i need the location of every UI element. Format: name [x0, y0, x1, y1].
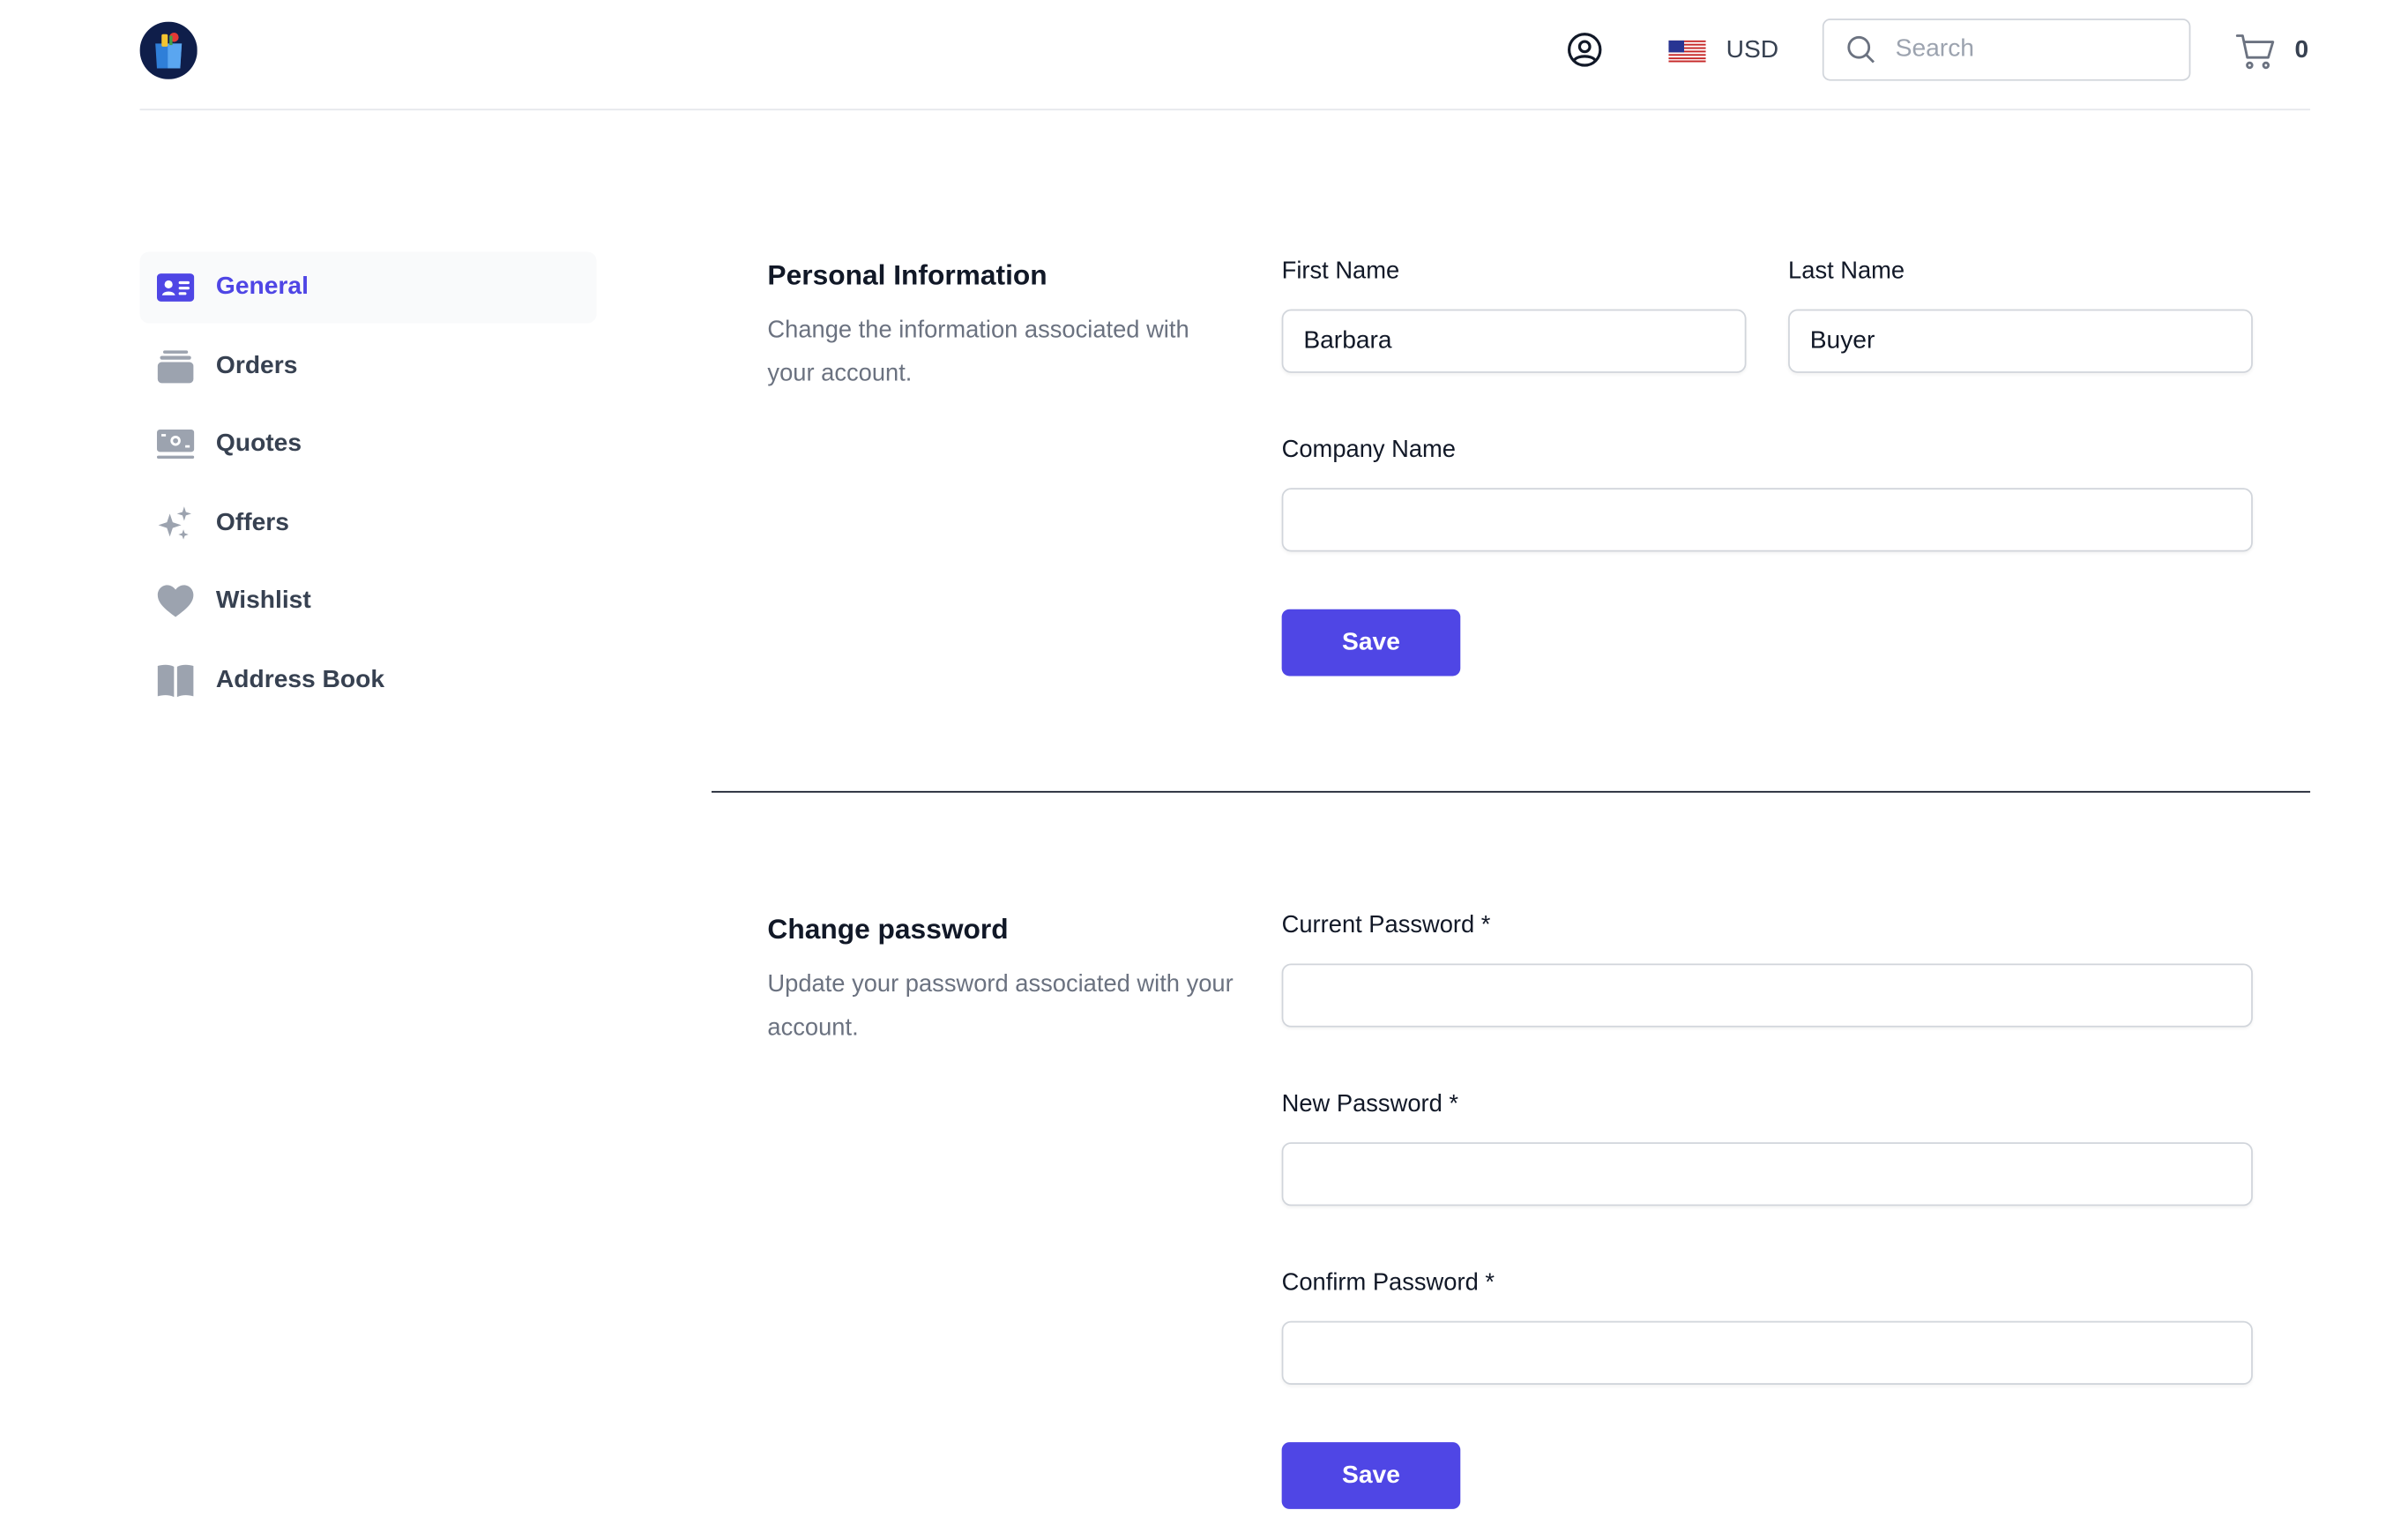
- cart-button[interactable]: 0: [2235, 31, 2309, 71]
- sidebar-item-label: General: [215, 273, 309, 301]
- currency-label: USD: [1726, 37, 1779, 64]
- search-input[interactable]: [1892, 34, 2163, 66]
- sidebar-item-label: Orders: [215, 352, 298, 379]
- confirm-password-label: Confirm Password *: [1281, 1269, 1495, 1297]
- sidebar-item-offers[interactable]: Offers: [140, 487, 597, 558]
- sidebar-item-label: Wishlist: [215, 587, 311, 614]
- account-button[interactable]: [1564, 29, 1605, 70]
- sidebar-item-address-book[interactable]: Address Book: [140, 644, 597, 715]
- first-name-label: First Name: [1281, 258, 1400, 285]
- book-icon: [157, 662, 194, 699]
- last-name-label: Last Name: [1788, 258, 1905, 285]
- change-password-description: Update your password associated with you…: [767, 971, 1234, 1042]
- save-personal-button[interactable]: Save: [1281, 609, 1461, 677]
- sidebar-item-label: Offers: [215, 509, 289, 536]
- sidebar-item-label: Quotes: [215, 430, 302, 458]
- cart-icon: [2235, 34, 2275, 70]
- user-circle-icon: [1568, 33, 1602, 67]
- sidebar-item-label: Address Book: [215, 666, 385, 692]
- store-logo[interactable]: [139, 21, 198, 79]
- save-password-button[interactable]: Save: [1281, 1442, 1461, 1509]
- section-divider: [711, 790, 2311, 793]
- sidebar-item-orders[interactable]: Orders: [140, 330, 597, 401]
- first-name-input[interactable]: [1283, 310, 1745, 372]
- currency-selector[interactable]: USD: [1668, 31, 1778, 71]
- heart-icon: [157, 583, 194, 620]
- account-sidebar: General Orders Quotes Offers Wishlist Ad…: [139, 251, 597, 722]
- personal-info-description: Change the information associated with y…: [767, 317, 1189, 387]
- new-password-field[interactable]: [1281, 1142, 2253, 1207]
- current-password-field[interactable]: [1281, 963, 2253, 1028]
- company-name-label: Company Name: [1281, 437, 1456, 464]
- search-box[interactable]: [1822, 19, 2191, 81]
- new-password-label: New Password *: [1281, 1090, 1459, 1118]
- sidebar-item-wishlist[interactable]: Wishlist: [140, 565, 597, 637]
- change-password-title: Change password: [767, 914, 1009, 946]
- confirm-password-input[interactable]: [1283, 1322, 2252, 1384]
- new-password-input[interactable]: [1283, 1143, 2252, 1205]
- search-icon: [1847, 35, 1875, 64]
- last-name-input[interactable]: [1789, 310, 2252, 372]
- first-name-field[interactable]: [1281, 309, 1747, 373]
- company-name-field[interactable]: [1281, 488, 2253, 552]
- sparkles-icon: [157, 505, 194, 542]
- id-card-icon: [156, 269, 195, 306]
- stack-icon: [157, 348, 194, 385]
- confirm-password-field[interactable]: [1281, 1320, 2253, 1385]
- sidebar-item-general[interactable]: General: [139, 251, 597, 324]
- header: USD 0: [139, 0, 2311, 111]
- current-password-input[interactable]: [1283, 965, 2252, 1026]
- banknote-icon: [156, 426, 195, 463]
- company-name-input[interactable]: [1283, 490, 2252, 550]
- current-password-label: Current Password *: [1281, 912, 1491, 939]
- personal-info-title: Personal Information: [767, 259, 1047, 291]
- last-name-field[interactable]: [1788, 309, 2253, 373]
- cart-count: 0: [2294, 37, 2309, 64]
- sidebar-item-quotes[interactable]: Quotes: [140, 408, 597, 480]
- us-flag-icon: [1668, 40, 1706, 63]
